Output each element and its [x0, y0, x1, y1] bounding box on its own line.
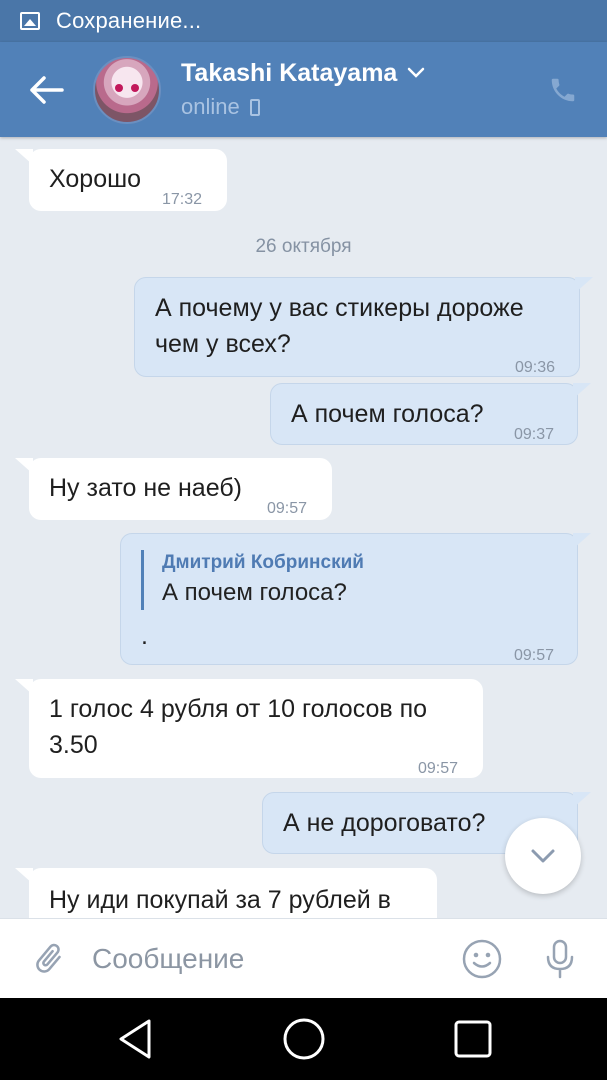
message-text-line: чем у всех?	[155, 330, 291, 358]
message-time: 09:57	[267, 500, 308, 517]
square-recent-icon	[454, 1020, 491, 1058]
system-navigation-bar	[0, 998, 607, 1080]
message-time: 17:32	[162, 191, 203, 208]
call-button[interactable]	[543, 70, 583, 110]
message-text: Хорошо	[49, 165, 142, 193]
status-bar: Сохранение...	[0, 0, 607, 42]
chat-header: Takashi Katayama online	[0, 42, 607, 137]
message-time: 09:37	[514, 426, 555, 443]
chevron-down-icon	[408, 67, 425, 78]
attach-button[interactable]	[24, 934, 74, 984]
contact-info[interactable]: Takashi Katayama online	[181, 59, 543, 120]
message-time: 09:57	[514, 647, 555, 664]
message-text: .	[141, 622, 148, 650]
message-outgoing-reply[interactable]: Дмитрий Кобринский А почем голоса? . 09:…	[120, 533, 591, 665]
status-text: Сохранение...	[56, 8, 202, 33]
date-separator: 26 октября	[255, 236, 352, 257]
nav-recent-button[interactable]	[443, 1009, 503, 1069]
phone-icon	[551, 78, 575, 101]
reply-text: А почем голоса?	[162, 579, 347, 606]
arrow-left-icon	[30, 75, 64, 104]
voice-message-button[interactable]	[535, 934, 585, 984]
message-list[interactable]: Хорошо 17:32 26 октября А почему у вас с…	[0, 137, 607, 918]
message-text: Ну зато не наеб)	[49, 474, 242, 502]
message-text: Ну иди покупай за 7 рублей в	[49, 886, 391, 914]
avatar[interactable]	[93, 55, 161, 124]
phone-device-icon	[249, 98, 260, 116]
message-incoming[interactable]: Ну иди покупай за 7 рублей в	[15, 868, 437, 918]
message-incoming[interactable]: Ну зато не наеб) 09:57	[15, 458, 332, 520]
message-incoming[interactable]: 1 голос 4 рубля от 10 голосов по 3.50 09…	[15, 679, 483, 778]
message-text-line: 3.50	[49, 731, 98, 759]
message-text-line: А почему у вас стикеры дороже	[155, 294, 524, 322]
nav-back-button[interactable]	[105, 1009, 165, 1069]
contact-name: Takashi Katayama	[181, 59, 398, 87]
message-outgoing[interactable]: А почем голоса? 09:37	[270, 383, 591, 445]
reply-author: Дмитрий Кобринский	[162, 552, 364, 573]
circle-home-icon	[283, 1018, 324, 1060]
message-text: А почем голоса?	[291, 400, 484, 428]
triangle-back-icon	[119, 1019, 150, 1059]
emoji-button[interactable]	[457, 934, 507, 984]
message-input[interactable]	[92, 942, 457, 975]
image-icon	[20, 12, 40, 30]
chevron-down-icon	[531, 849, 555, 863]
reply-quote[interactable]: Дмитрий Кобринский А почем голоса?	[141, 550, 364, 610]
paperclip-icon	[36, 943, 61, 973]
message-text-line: 1 голос 4 рубля от 10 голосов по	[49, 695, 428, 723]
message-outgoing[interactable]: А почему у вас стикеры дороже чем у всех…	[134, 277, 593, 377]
message-time: 09:36	[515, 359, 556, 376]
message-time: 09:57	[418, 760, 459, 777]
microphone-icon	[546, 939, 574, 978]
smiley-icon	[462, 939, 502, 978]
message-composer	[0, 918, 607, 998]
message-incoming[interactable]: Хорошо 17:32	[15, 149, 227, 211]
message-text: А не дороговато?	[283, 809, 486, 837]
back-button[interactable]	[17, 60, 77, 120]
contact-status: online	[181, 94, 240, 119]
nav-home-button[interactable]	[274, 1009, 334, 1069]
scroll-to-bottom-button[interactable]	[505, 818, 581, 894]
